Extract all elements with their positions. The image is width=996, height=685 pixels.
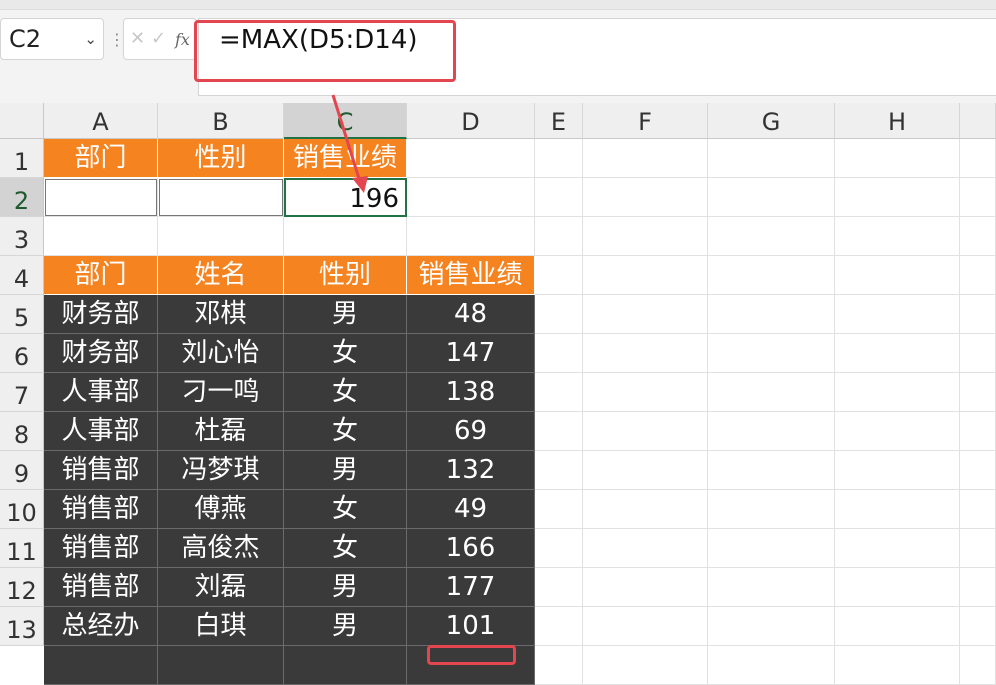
annotation-arrow [331,94,368,193]
